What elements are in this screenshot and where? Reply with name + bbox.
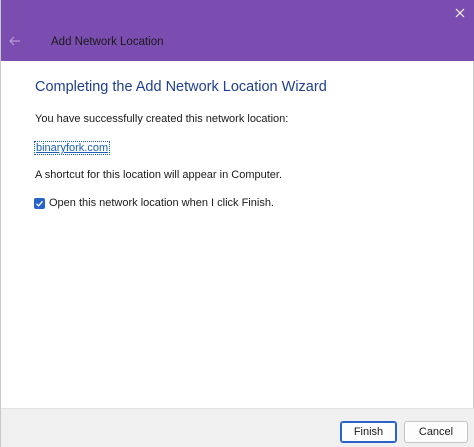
title-bar: Add Network Location <box>1 0 474 61</box>
close-icon <box>455 5 465 23</box>
finish-button[interactable]: Finish <box>340 421 397 443</box>
wizard-window: Add Network Location Completing the Add … <box>0 0 474 447</box>
cancel-button[interactable]: Cancel <box>404 421 468 443</box>
close-button[interactable] <box>445 0 474 28</box>
open-location-checkbox-row[interactable]: Open this network location when I click … <box>34 196 274 210</box>
open-location-checkbox-label: Open this network location when I click … <box>49 197 274 209</box>
network-location-link[interactable]: binaryfork.com <box>33 141 111 155</box>
page-heading: Completing the Add Network Location Wiza… <box>35 79 327 95</box>
dialog-footer: Finish Cancel <box>1 408 474 447</box>
success-text: You have successfully created this netwo… <box>35 113 289 125</box>
arrow-left-icon <box>9 33 21 51</box>
window-title: Add Network Location <box>51 36 164 48</box>
check-icon <box>35 199 44 208</box>
open-location-checkbox[interactable] <box>34 197 45 209</box>
back-button[interactable] <box>5 32 25 52</box>
shortcut-text: A shortcut for this location will appear… <box>35 169 283 181</box>
